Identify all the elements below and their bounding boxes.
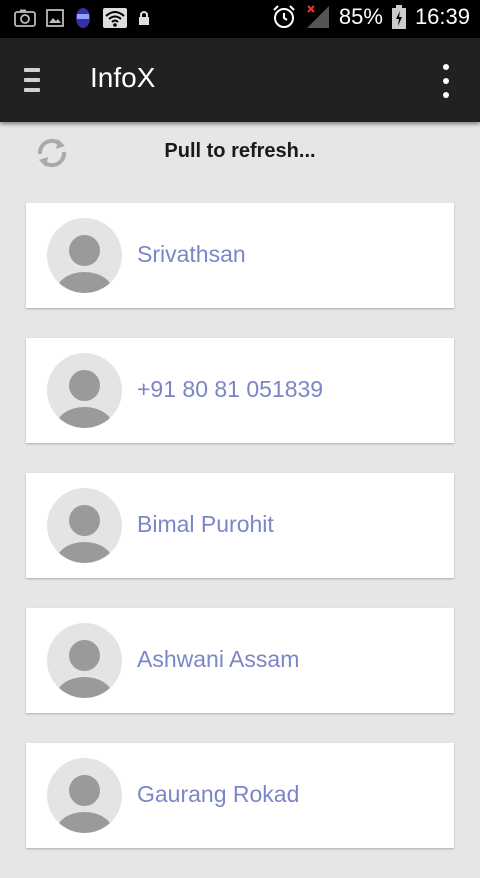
avatar <box>47 623 122 698</box>
image-icon <box>46 9 64 27</box>
contact-card[interactable]: Ashwani Assam <box>26 608 454 713</box>
avatar <box>47 353 122 428</box>
contact-name: Srivathsan <box>137 241 246 267</box>
refresh-label: Pull to refresh... <box>164 140 316 162</box>
screenshot-icon <box>14 9 36 27</box>
contact-name: +91 80 81 051839 <box>137 376 324 402</box>
wifi-icon <box>103 8 127 28</box>
app-title: InfoX <box>90 62 156 93</box>
lock-icon <box>139 11 149 25</box>
hamburger-icon[interactable] <box>24 62 52 98</box>
battery-charging-icon <box>391 5 406 29</box>
avatar <box>47 488 122 563</box>
contact-list: Srivathsan +91 80 81 051839 Bimal Purohi… <box>26 203 454 878</box>
battery-percent: 85% <box>338 4 383 29</box>
contact-name: Ashwani Assam <box>137 646 300 672</box>
signal-icon <box>306 5 329 28</box>
contact-card[interactable]: +91 80 81 051839 <box>26 338 454 443</box>
clock: 16:39 <box>414 4 470 29</box>
status-bar: 85% 16:39 <box>0 0 480 38</box>
contact-name: Gaurang Rokad <box>137 781 300 807</box>
system-icons: 85% 16:39 <box>271 4 470 30</box>
avatar <box>47 218 122 293</box>
app-icon <box>76 8 90 28</box>
contact-card[interactable]: Srivathsan <box>26 203 454 308</box>
app-bar: InfoX <box>0 38 480 122</box>
alarm-icon <box>273 5 295 28</box>
contact-card[interactable]: Bimal Purohit <box>26 473 454 578</box>
avatar <box>47 758 122 833</box>
more-vert-icon[interactable] <box>438 64 454 98</box>
contact-card[interactable]: Gaurang Rokad <box>26 743 454 848</box>
contact-name: Bimal Purohit <box>137 511 274 537</box>
notification-icons <box>14 6 150 30</box>
pull-to-refresh: Pull to refresh... <box>0 122 480 182</box>
